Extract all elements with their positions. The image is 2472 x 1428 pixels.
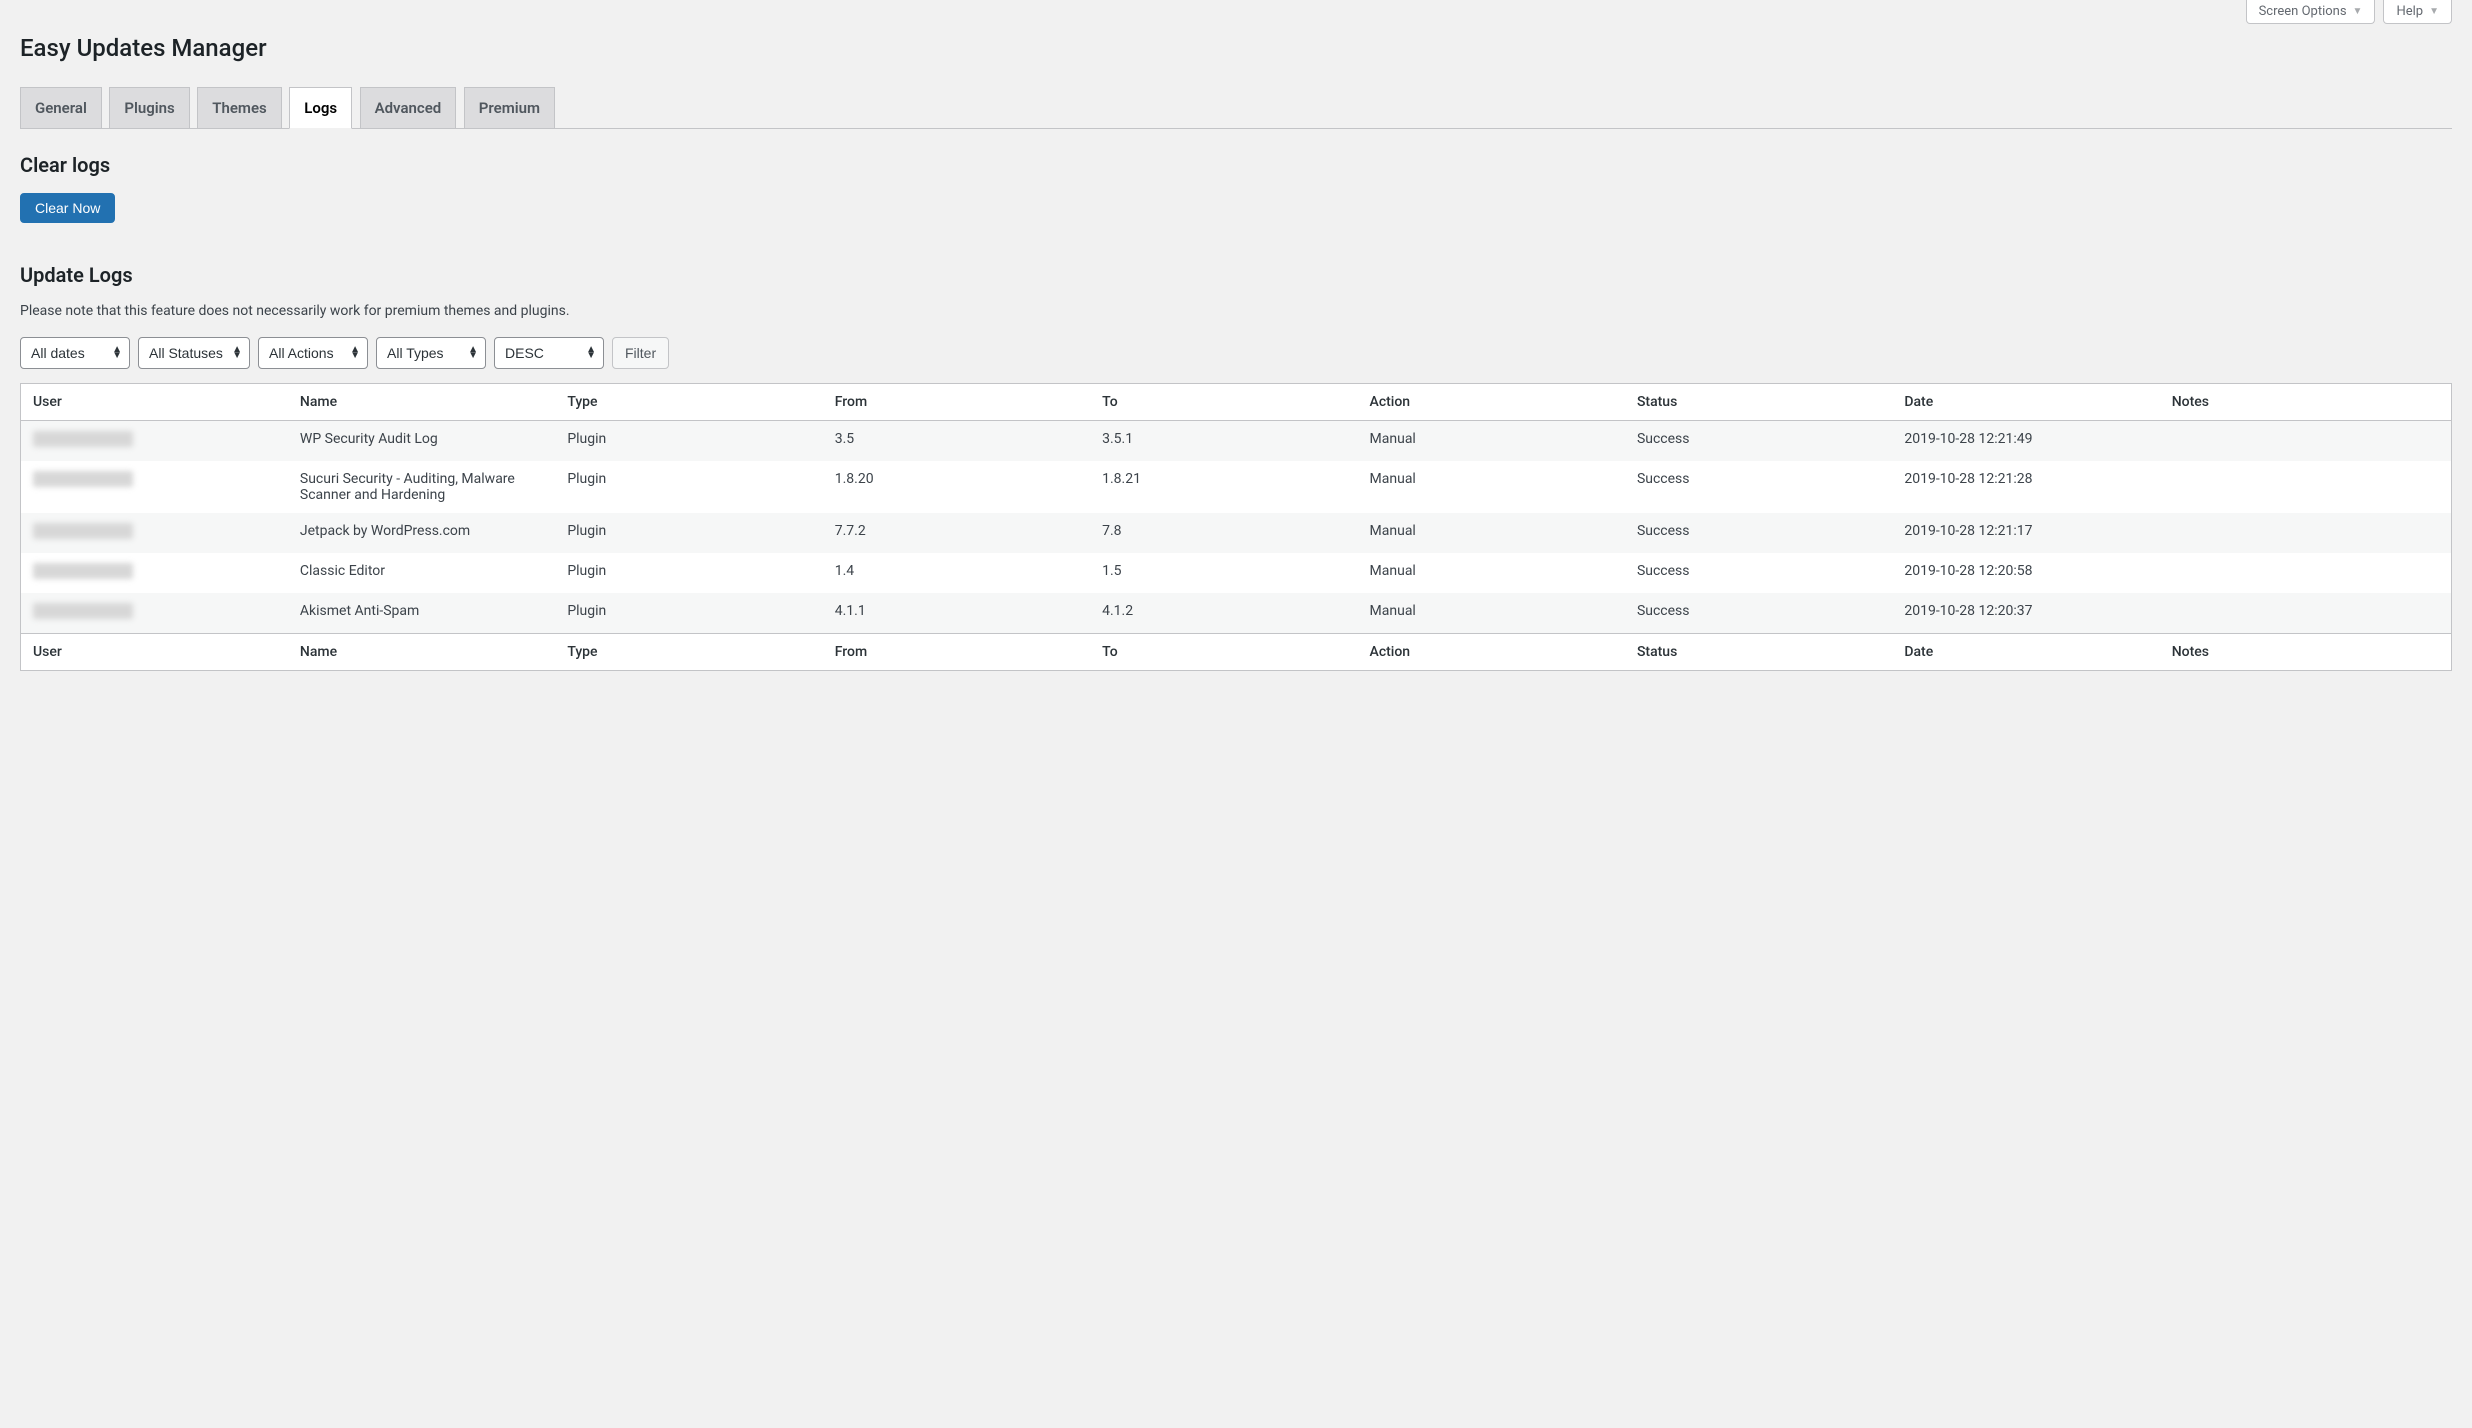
cell-from: 4.1.1 — [823, 593, 1090, 634]
cell-to: 3.5.1 — [1090, 421, 1357, 462]
cell-type: Plugin — [555, 461, 822, 513]
column-header-type[interactable]: Type — [555, 384, 822, 421]
filter-dates-select[interactable]: All dates — [20, 337, 130, 369]
cell-notes — [2160, 461, 2452, 513]
logs-table: UserNameTypeFromToActionStatusDateNotes … — [20, 383, 2452, 671]
cell-status: Success — [1625, 593, 1892, 634]
column-header-user[interactable]: User — [21, 384, 288, 421]
cell-date: 2019-10-28 12:20:37 — [1892, 593, 2159, 634]
cell-status: Success — [1625, 461, 1892, 513]
cell-to: 7.8 — [1090, 513, 1357, 553]
cell-notes — [2160, 513, 2452, 553]
cell-action: Manual — [1358, 421, 1625, 462]
clear-logs-heading: Clear logs — [20, 153, 2452, 177]
tab-advanced[interactable]: Advanced — [360, 87, 457, 128]
cell-status: Success — [1625, 513, 1892, 553]
column-header-action[interactable]: Action — [1358, 634, 1625, 671]
cell-user — [21, 461, 288, 513]
update-logs-note: Please note that this feature does not n… — [20, 303, 2452, 319]
cell-type: Plugin — [555, 593, 822, 634]
screen-options-label: Screen Options — [2259, 4, 2347, 19]
clear-now-button[interactable]: Clear Now — [20, 193, 115, 223]
tab-general[interactable]: General — [20, 87, 102, 128]
help-label: Help — [2396, 4, 2423, 19]
table-row: Classic EditorPlugin1.41.5ManualSuccess2… — [21, 553, 2452, 593]
column-header-action[interactable]: Action — [1358, 384, 1625, 421]
redacted-user — [33, 471, 133, 487]
column-header-name[interactable]: Name — [288, 634, 555, 671]
cell-user — [21, 513, 288, 553]
cell-type: Plugin — [555, 421, 822, 462]
filter-actions-select[interactable]: All Actions — [258, 337, 368, 369]
screen-options-toggle[interactable]: Screen Options ▼ — [2246, 0, 2376, 24]
cell-user — [21, 553, 288, 593]
filters-bar: All dates ▲▼ All Statuses ▲▼ All Actions… — [20, 337, 2452, 369]
help-toggle[interactable]: Help ▼ — [2383, 0, 2452, 24]
page-title: Easy Updates Manager — [20, 24, 2452, 68]
column-header-date[interactable]: Date — [1892, 634, 2159, 671]
column-header-status[interactable]: Status — [1625, 634, 1892, 671]
tab-nav: GeneralPluginsThemesLogsAdvancedPremium — [20, 78, 2452, 129]
redacted-user — [33, 431, 133, 447]
cell-name: Sucuri Security - Auditing, Malware Scan… — [288, 461, 555, 513]
cell-notes — [2160, 421, 2452, 462]
cell-from: 1.4 — [823, 553, 1090, 593]
cell-from: 7.7.2 — [823, 513, 1090, 553]
table-row: Sucuri Security - Auditing, Malware Scan… — [21, 461, 2452, 513]
cell-from: 3.5 — [823, 421, 1090, 462]
cell-user — [21, 421, 288, 462]
cell-name: Jetpack by WordPress.com — [288, 513, 555, 553]
column-header-name[interactable]: Name — [288, 384, 555, 421]
cell-type: Plugin — [555, 513, 822, 553]
column-header-status[interactable]: Status — [1625, 384, 1892, 421]
column-header-notes[interactable]: Notes — [2160, 384, 2452, 421]
tab-premium[interactable]: Premium — [464, 87, 555, 128]
cell-status: Success — [1625, 553, 1892, 593]
column-header-from[interactable]: From — [823, 384, 1090, 421]
cell-user — [21, 593, 288, 634]
cell-action: Manual — [1358, 593, 1625, 634]
cell-notes — [2160, 553, 2452, 593]
table-row: WP Security Audit LogPlugin3.53.5.1Manua… — [21, 421, 2452, 462]
cell-action: Manual — [1358, 553, 1625, 593]
table-row: Akismet Anti-SpamPlugin4.1.14.1.2ManualS… — [21, 593, 2452, 634]
column-header-from[interactable]: From — [823, 634, 1090, 671]
cell-to: 1.8.21 — [1090, 461, 1357, 513]
cell-action: Manual — [1358, 513, 1625, 553]
cell-date: 2019-10-28 12:21:49 — [1892, 421, 2159, 462]
column-header-to[interactable]: To — [1090, 634, 1357, 671]
redacted-user — [33, 523, 133, 539]
filter-button[interactable]: Filter — [612, 337, 669, 369]
cell-name: Akismet Anti-Spam — [288, 593, 555, 634]
cell-to: 4.1.2 — [1090, 593, 1357, 634]
column-header-date[interactable]: Date — [1892, 384, 2159, 421]
filter-order-select[interactable]: DESC — [494, 337, 604, 369]
update-logs-heading: Update Logs — [20, 263, 2452, 287]
cell-action: Manual — [1358, 461, 1625, 513]
chevron-down-icon: ▼ — [2429, 6, 2439, 17]
column-header-to[interactable]: To — [1090, 384, 1357, 421]
tab-themes[interactable]: Themes — [197, 87, 281, 128]
column-header-user[interactable]: User — [21, 634, 288, 671]
chevron-down-icon: ▼ — [2353, 6, 2363, 17]
cell-name: WP Security Audit Log — [288, 421, 555, 462]
filter-statuses-select[interactable]: All Statuses — [138, 337, 250, 369]
cell-to: 1.5 — [1090, 553, 1357, 593]
cell-status: Success — [1625, 421, 1892, 462]
cell-date: 2019-10-28 12:20:58 — [1892, 553, 2159, 593]
table-row: Jetpack by WordPress.comPlugin7.7.27.8Ma… — [21, 513, 2452, 553]
tab-logs[interactable]: Logs — [289, 87, 352, 129]
cell-name: Classic Editor — [288, 553, 555, 593]
cell-from: 1.8.20 — [823, 461, 1090, 513]
redacted-user — [33, 603, 133, 619]
cell-type: Plugin — [555, 553, 822, 593]
filter-types-select[interactable]: All Types — [376, 337, 486, 369]
cell-notes — [2160, 593, 2452, 634]
cell-date: 2019-10-28 12:21:28 — [1892, 461, 2159, 513]
redacted-user — [33, 563, 133, 579]
tab-plugins[interactable]: Plugins — [109, 87, 189, 128]
column-header-notes[interactable]: Notes — [2160, 634, 2452, 671]
cell-date: 2019-10-28 12:21:17 — [1892, 513, 2159, 553]
column-header-type[interactable]: Type — [555, 634, 822, 671]
